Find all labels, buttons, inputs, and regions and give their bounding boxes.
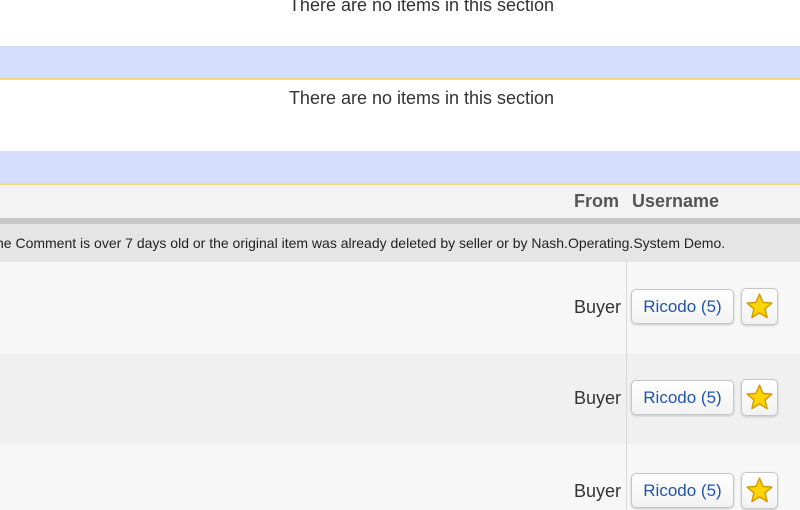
empty-section-message: There are no items in this section bbox=[288, 0, 555, 15]
column-divider bbox=[626, 354, 627, 444]
empty-section-message: There are no items in this section bbox=[288, 88, 555, 108]
empty-section-top: There are no items in this section bbox=[0, 0, 800, 46]
column-divider bbox=[626, 262, 627, 354]
section-header-bar bbox=[0, 151, 800, 185]
star-icon bbox=[746, 293, 773, 319]
star-icon bbox=[746, 477, 773, 503]
rating-star-button[interactable] bbox=[741, 288, 778, 325]
empty-section-middle: There are no items in this section bbox=[0, 80, 800, 151]
from-cell: Buyer bbox=[574, 297, 622, 317]
username-button[interactable]: Ricodo (5) bbox=[631, 473, 734, 508]
table-header: From Username bbox=[0, 185, 800, 224]
table-row: Buyer Ricodo (5) bbox=[0, 262, 800, 354]
column-header-from: From bbox=[574, 191, 619, 211]
notice-text: he Comment is over 7 days old or the ori… bbox=[0, 235, 726, 251]
username-button[interactable]: Ricodo (5) bbox=[631, 380, 734, 415]
rating-star-button[interactable] bbox=[741, 379, 778, 416]
feedback-page: There are no items in this section There… bbox=[0, 0, 800, 510]
column-header-username: Username bbox=[632, 191, 720, 211]
column-divider bbox=[626, 444, 627, 510]
username-button[interactable]: Ricodo (5) bbox=[631, 289, 734, 324]
from-cell: Buyer bbox=[574, 481, 622, 501]
section-header-bar bbox=[0, 46, 800, 80]
rating-star-button[interactable] bbox=[741, 472, 778, 509]
table-row: Buyer Ricodo (5) bbox=[0, 444, 800, 510]
table-row: Buyer Ricodo (5) bbox=[0, 354, 800, 444]
from-cell: Buyer bbox=[574, 388, 622, 408]
star-icon bbox=[746, 384, 773, 410]
table-notice-row: he Comment is over 7 days old or the ori… bbox=[0, 224, 800, 262]
